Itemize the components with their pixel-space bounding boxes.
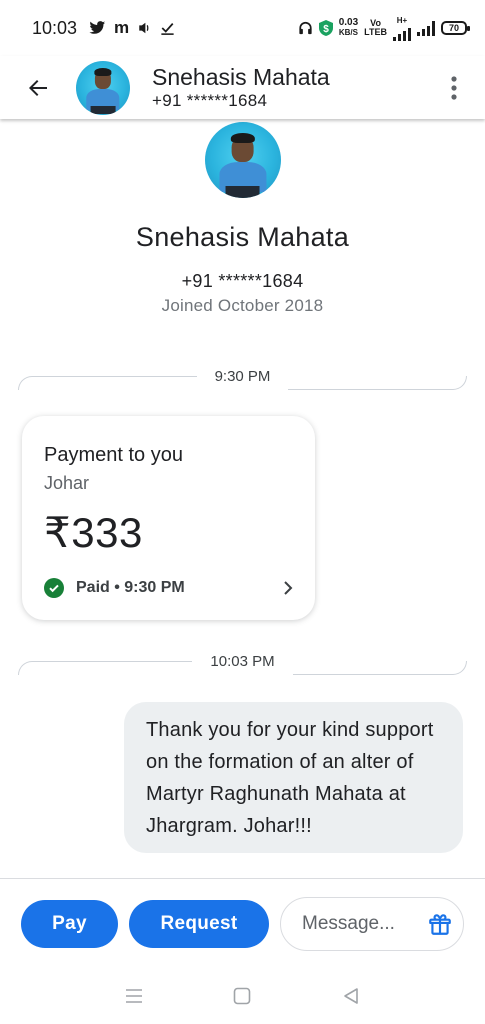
profile-name: Snehasis Mahata	[135, 222, 350, 252]
network-speed: 0.03 KB/S	[339, 18, 358, 38]
battery-icon: 70	[441, 21, 470, 35]
menu-lines-icon	[126, 989, 143, 1003]
message-bubble[interactable]: Thank you for your kind support on the f…	[124, 702, 463, 853]
signal-bars-2-icon	[417, 20, 435, 36]
volte-bottom: LTEB	[364, 27, 387, 37]
divider-line	[292, 661, 467, 675]
download-done-icon	[160, 21, 175, 35]
request-button[interactable]: Request	[129, 899, 269, 948]
back-button[interactable]	[0, 56, 76, 119]
triangle-back-icon	[344, 988, 358, 1004]
headset-icon	[298, 21, 313, 35]
recents-button[interactable]	[114, 976, 154, 1016]
status-right: $ 0.03 KB/S Vo LTEB H+ 70	[298, 16, 470, 41]
header-contact-phone: +91 ******1684	[152, 90, 268, 110]
profile-joined-date: Joined October 2018	[161, 296, 324, 315]
time-divider: 9:30 PM	[18, 361, 467, 391]
contact-avatar[interactable]	[76, 60, 130, 115]
status-left: 10:03 m	[32, 18, 175, 39]
divider-line	[18, 376, 197, 390]
payment-note: Johar	[44, 473, 90, 493]
volume-icon	[137, 21, 152, 35]
speed-value: 0.03	[338, 17, 359, 28]
action-bar: Pay Request	[0, 878, 485, 968]
arrow-back-icon	[29, 79, 47, 96]
header-contact-info[interactable]: Snehasis Mahata +91 ******1684	[152, 64, 330, 112]
header-contact-name: Snehasis Mahata	[152, 63, 330, 90]
gift-icon[interactable]	[427, 911, 453, 937]
message-input-container[interactable]	[280, 896, 464, 951]
chat-header: Snehasis Mahata +91 ******1684	[0, 56, 485, 119]
payment-amount: ₹333	[44, 509, 143, 556]
check-circle-icon	[44, 578, 64, 598]
more-vert-icon	[451, 75, 457, 100]
svg-text:$: $	[323, 24, 329, 35]
square-home-icon	[234, 987, 251, 1005]
divider-line	[18, 661, 193, 675]
signal-bars-1-icon	[393, 25, 411, 41]
payment-title: Payment to you	[44, 444, 183, 466]
signal-1: H+	[393, 16, 411, 41]
status-time: 10:03	[32, 17, 78, 38]
chevron-right-icon[interactable]	[283, 580, 293, 596]
message-input[interactable]	[302, 912, 412, 935]
divider-time: 10:03 PM	[210, 652, 275, 670]
status-bar: 10:03 m $ 0.03 KB/S Vo LTEB H+ 70	[0, 0, 485, 56]
more-options-button[interactable]	[423, 56, 485, 119]
home-button[interactable]	[222, 976, 262, 1016]
volte-indicator: Vo LTEB	[364, 19, 387, 37]
pay-button[interactable]: Pay	[21, 899, 118, 948]
system-back-button[interactable]	[331, 976, 371, 1016]
shield-dollar-icon: $	[318, 20, 333, 36]
gmail-m-icon: m	[114, 18, 130, 37]
contact-profile: Snehasis Mahata +91 ******1684 Joined Oc…	[0, 122, 485, 316]
payment-card[interactable]: Payment to you Johar ₹333 Paid • 9:30 PM	[22, 416, 315, 620]
network-type: H+	[396, 15, 408, 25]
divider-time: 9:30 PM	[214, 367, 271, 385]
speed-unit: KB/S	[338, 28, 358, 37]
payment-status: Paid • 9:30 PM	[44, 578, 293, 598]
profile-avatar	[204, 122, 281, 198]
payment-status-text: Paid • 9:30 PM	[76, 579, 185, 596]
profile-phone: +91 ******1684	[181, 271, 304, 291]
divider-line	[288, 376, 467, 390]
system-nav-bar	[0, 968, 485, 1024]
time-divider: 10:03 PM	[18, 646, 467, 676]
battery-level: 70	[448, 23, 459, 33]
twitter-icon	[89, 21, 106, 35]
